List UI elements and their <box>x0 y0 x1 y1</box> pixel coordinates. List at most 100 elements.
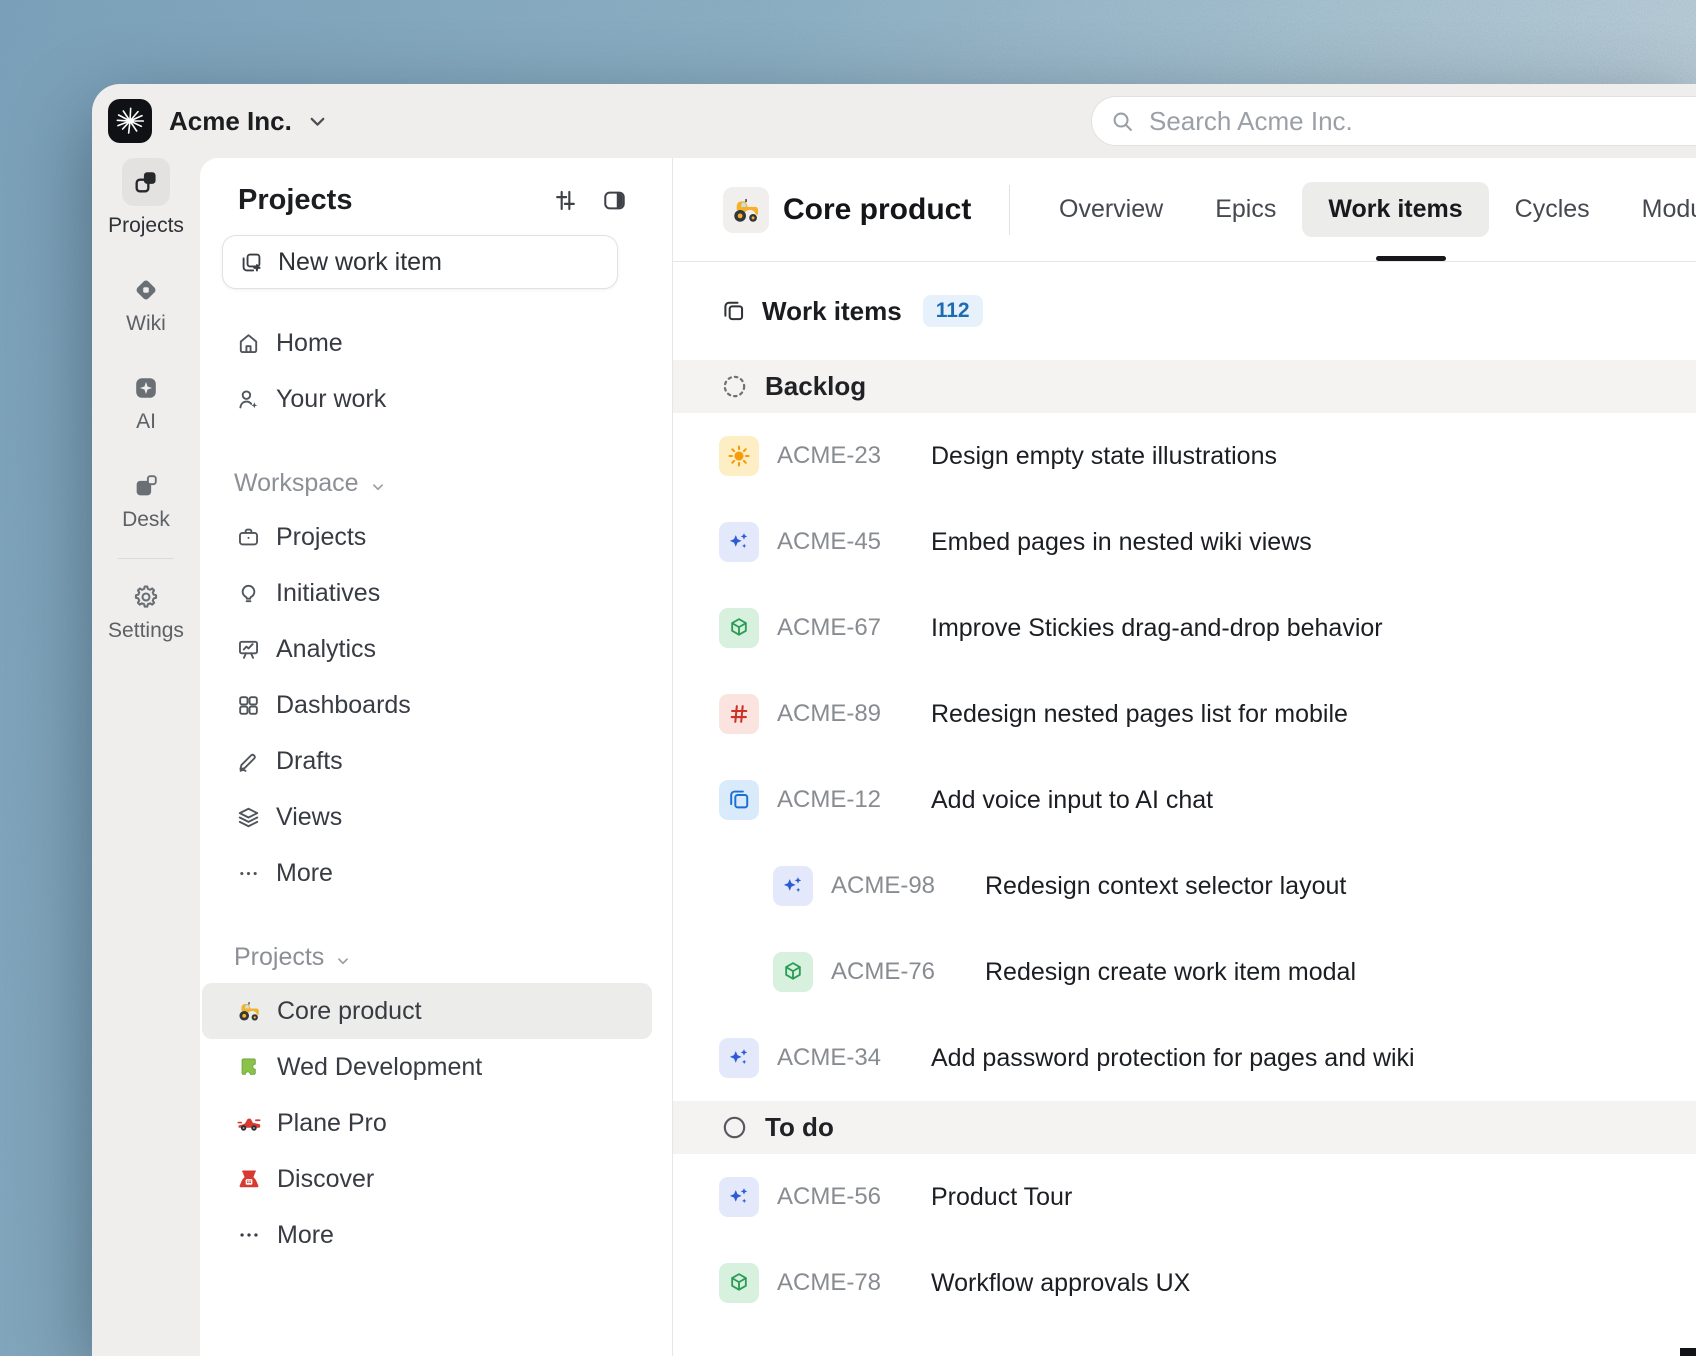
new-work-item-label: New work item <box>278 247 442 276</box>
search-bar[interactable] <box>1091 96 1696 146</box>
backlog-rows: ACME-23 Design empty state illustrations… <box>673 413 1696 1101</box>
bulb-icon <box>236 581 261 606</box>
sidebar-projects-nav: Core product Wed Development Plane Pro D… <box>202 983 652 1263</box>
work-item-row[interactable]: ACME-23 Design empty state illustrations <box>673 413 1696 499</box>
work-item-row[interactable]: ACME-45 Embed pages in nested wiki views <box>673 499 1696 585</box>
sidebar-item[interactable]: Projects <box>202 509 652 565</box>
sidebar-item-label: Initiatives <box>276 578 381 607</box>
sidebar-section-workspace[interactable]: Workspace <box>200 457 672 509</box>
sidebar-section-projects[interactable]: Projects <box>200 931 672 983</box>
work-item-title: Add voice input to AI chat <box>931 785 1214 814</box>
tab-label: Cycles <box>1514 195 1590 223</box>
tab-bar: Overview Epics Work items Cycles Modules <box>1033 158 1696 261</box>
work-item-row[interactable]: ACME-12 Add voice input to AI chat <box>673 757 1696 843</box>
search-icon <box>1110 109 1135 134</box>
rail-item[interactable]: AI <box>132 374 160 434</box>
content-sheet: Projects New work item Home Your work Wo… <box>200 158 1696 1356</box>
work-item-row[interactable]: ACME-67 Improve Stickies drag-and-drop b… <box>673 585 1696 671</box>
work-item-id: ACME-56 <box>777 1183 882 1210</box>
tab[interactable]: Work items <box>1302 182 1489 237</box>
rail-item-label: Desk <box>122 508 170 531</box>
rail-item[interactable]: Wiki <box>126 276 166 336</box>
work-items-toolbar: Work items 112 <box>673 262 1696 360</box>
sidebar-project-item[interactable]: More <box>202 1207 652 1263</box>
workspace-logo[interactable] <box>108 99 152 143</box>
sidebar-project-label: Discover <box>277 1164 375 1193</box>
briefcase-icon <box>236 525 261 550</box>
sidebar-primary-nav: Home Your work <box>202 315 652 427</box>
project-title: Core product <box>783 192 972 226</box>
ai-icon <box>132 374 160 402</box>
chevron-down-icon[interactable] <box>305 109 330 134</box>
sidebar-item-label: Drafts <box>276 746 343 775</box>
new-work-item-button[interactable]: New work item <box>222 235 618 289</box>
gear-icon <box>132 583 160 611</box>
rail-item-settings[interactable]: Settings <box>108 583 184 643</box>
main-panel: Core product Overview Epics Work items C… <box>672 158 1696 1356</box>
work-item-title: Redesign nested pages list for mobile <box>931 699 1348 728</box>
tractor-icon <box>730 194 762 226</box>
work-item-id: ACME-98 <box>831 872 936 899</box>
work-items-title: Work items <box>762 295 902 326</box>
work-item-row[interactable]: ACME-34 Add password protection for page… <box>673 1015 1696 1101</box>
desk-icon <box>132 472 160 500</box>
group-header-todo[interactable]: To do <box>673 1101 1696 1154</box>
pen-icon <box>236 749 261 774</box>
workspace-name[interactable]: Acme Inc. <box>169 106 292 137</box>
wiki-icon <box>132 276 160 304</box>
sidebar-item[interactable]: Dashboards <box>202 677 652 733</box>
sidebar-project-item[interactable]: Core product <box>202 983 652 1039</box>
work-item-row[interactable]: ACME-89 Redesign nested pages list for m… <box>673 671 1696 757</box>
rail-item-label: AI <box>136 410 156 433</box>
cube-icon <box>719 608 759 648</box>
sidebar-project-item[interactable]: Plane Pro <box>202 1095 652 1151</box>
rail-item-label: Wiki <box>126 312 166 335</box>
taskbar-sliver <box>1680 1348 1696 1356</box>
sidebar-item[interactable]: More <box>202 845 652 901</box>
sidebar-item[interactable]: Your work <box>202 371 652 427</box>
circle-icon <box>721 1114 748 1141</box>
tab[interactable]: Cycles <box>1489 182 1616 237</box>
work-item-title: Redesign create work item modal <box>985 957 1356 986</box>
work-item-row[interactable]: ACME-56 Product Tour <box>673 1154 1696 1240</box>
sidebar-item[interactable]: Home <box>202 315 652 371</box>
projects-section-label: Projects <box>234 942 325 971</box>
rail-item[interactable]: Projects <box>108 158 184 238</box>
sidebar-project-label: Wed Development <box>277 1052 483 1081</box>
sidebar-item[interactable]: Views <box>202 789 652 845</box>
sidebar-item[interactable]: Analytics <box>202 621 652 677</box>
sidebar-item[interactable]: Initiatives <box>202 565 652 621</box>
tab-label: Overview <box>1059 195 1164 223</box>
sidebar-item-label: Home <box>276 328 343 357</box>
work-item-row[interactable]: ACME-98 Redesign context selector layout <box>673 843 1696 929</box>
home-icon <box>236 331 261 356</box>
sidebar-item-label: Dashboards <box>276 690 411 719</box>
sidebar-project-item[interactable]: Wed Development <box>202 1039 652 1095</box>
logo-burst-icon <box>114 105 146 137</box>
work-item-id: ACME-67 <box>777 614 882 641</box>
sidebar-item-label: Views <box>276 802 343 831</box>
work-item-row[interactable]: ACME-78 Workflow approvals UX <box>673 1240 1696 1326</box>
sidebar-project-item[interactable]: Discover <box>202 1151 652 1207</box>
panel-icon[interactable] <box>601 187 628 214</box>
pages-icon <box>720 298 747 325</box>
rail-item-label: Settings <box>108 619 184 642</box>
sidebar-item[interactable]: Drafts <box>202 733 652 789</box>
sidebar-item-label: Projects <box>276 522 367 551</box>
work-item-title: Add password protection for pages and wi… <box>931 1043 1415 1072</box>
work-items-count-badge: 112 <box>922 295 983 327</box>
tab[interactable]: Overview <box>1033 182 1189 237</box>
new-item-icon <box>239 250 264 275</box>
sidebar-item-label: More <box>276 858 333 887</box>
work-item-id: ACME-45 <box>777 528 882 555</box>
tab[interactable]: Modules <box>1616 182 1696 237</box>
rail-item[interactable]: Desk <box>122 472 170 532</box>
tab[interactable]: Epics <box>1189 182 1302 237</box>
work-item-title: Design empty state illustrations <box>931 441 1277 470</box>
group-header-backlog[interactable]: Backlog <box>673 360 1696 413</box>
rail-item-label: Projects <box>108 214 184 237</box>
work-item-title: Embed pages in nested wiki views <box>931 527 1312 556</box>
work-item-row[interactable]: ACME-76 Redesign create work item modal <box>673 929 1696 1015</box>
adjustments-icon[interactable] <box>552 187 579 214</box>
search-input[interactable] <box>1147 104 1696 138</box>
